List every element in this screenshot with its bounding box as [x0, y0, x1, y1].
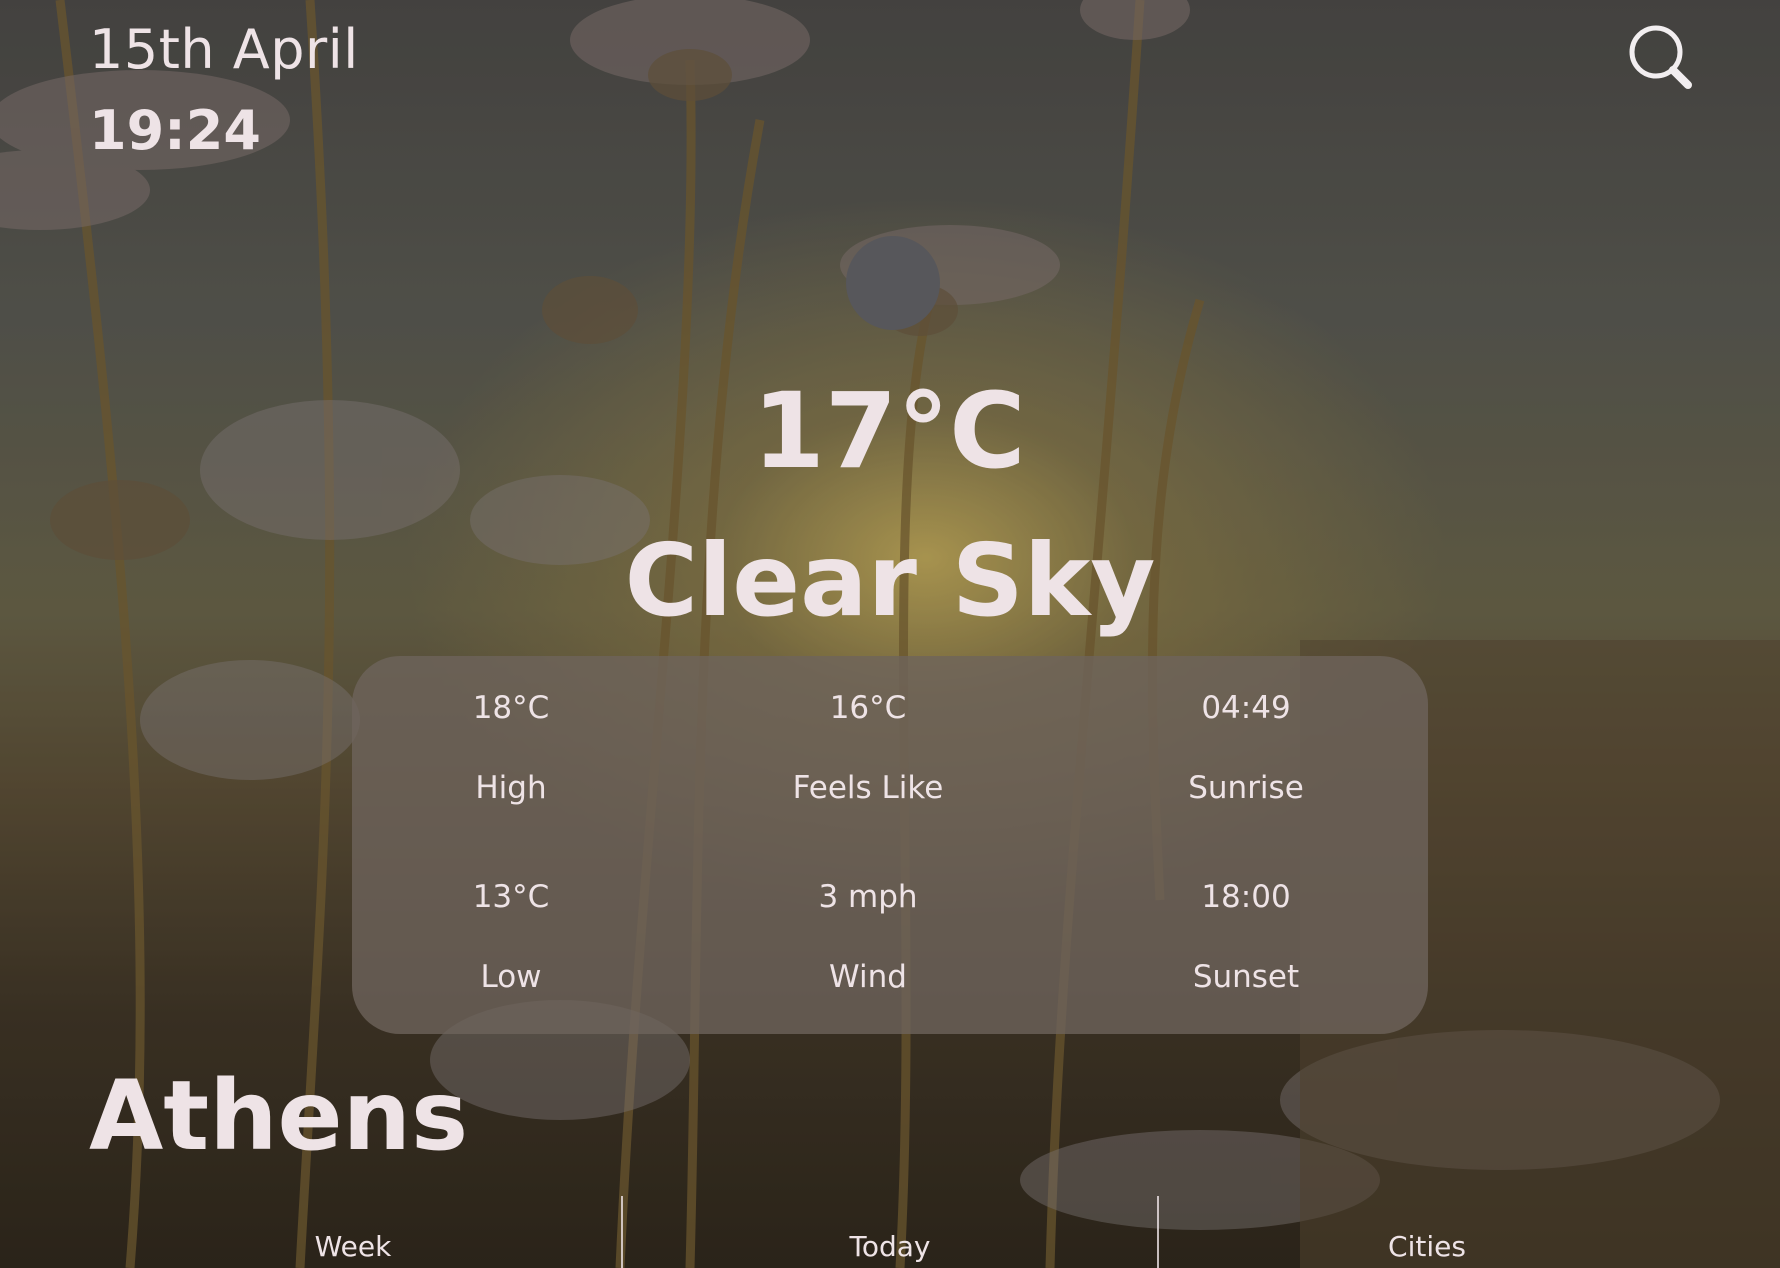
- current-temperature: 17°C: [752, 370, 1026, 492]
- feels-like-label: Feels Like: [792, 770, 944, 806]
- bottom-navigation: Week Today Cities: [0, 1196, 1780, 1268]
- nav-cities[interactable]: Cities: [1277, 1230, 1577, 1263]
- clear-sky-icon: [846, 236, 940, 330]
- sunrise-value: 04:49: [1201, 690, 1291, 726]
- current-time: 19:24: [89, 99, 261, 162]
- weather-app: 15th April 19:24 17°C Clear Sky 18°C Hig…: [0, 0, 1780, 1268]
- sunset-label: Sunset: [1192, 959, 1300, 995]
- high-value: 18°C: [472, 690, 550, 726]
- nav-divider: [1157, 1196, 1159, 1268]
- wind-value: 3 mph: [818, 879, 918, 915]
- low-value: 13°C: [472, 879, 550, 915]
- wind-label: Wind: [829, 959, 907, 995]
- nav-divider: [621, 1196, 623, 1268]
- low-label: Low: [480, 959, 542, 995]
- nav-today[interactable]: Today: [740, 1230, 1040, 1263]
- nav-week[interactable]: Week: [203, 1230, 503, 1263]
- search-button[interactable]: [1622, 20, 1702, 100]
- search-icon: [1629, 25, 1692, 89]
- weather-condition: Clear Sky: [624, 522, 1156, 639]
- sunset-value: 18:00: [1201, 879, 1291, 915]
- high-label: High: [475, 770, 547, 806]
- feels-like-value: 16°C: [829, 690, 907, 726]
- city-name: Athens: [89, 1060, 469, 1172]
- weather-stats-card: 18°C High 16°C Feels Like 04:49 Sunrise …: [352, 656, 1428, 1034]
- sunrise-label: Sunrise: [1188, 770, 1304, 806]
- current-date: 15th April: [89, 18, 359, 81]
